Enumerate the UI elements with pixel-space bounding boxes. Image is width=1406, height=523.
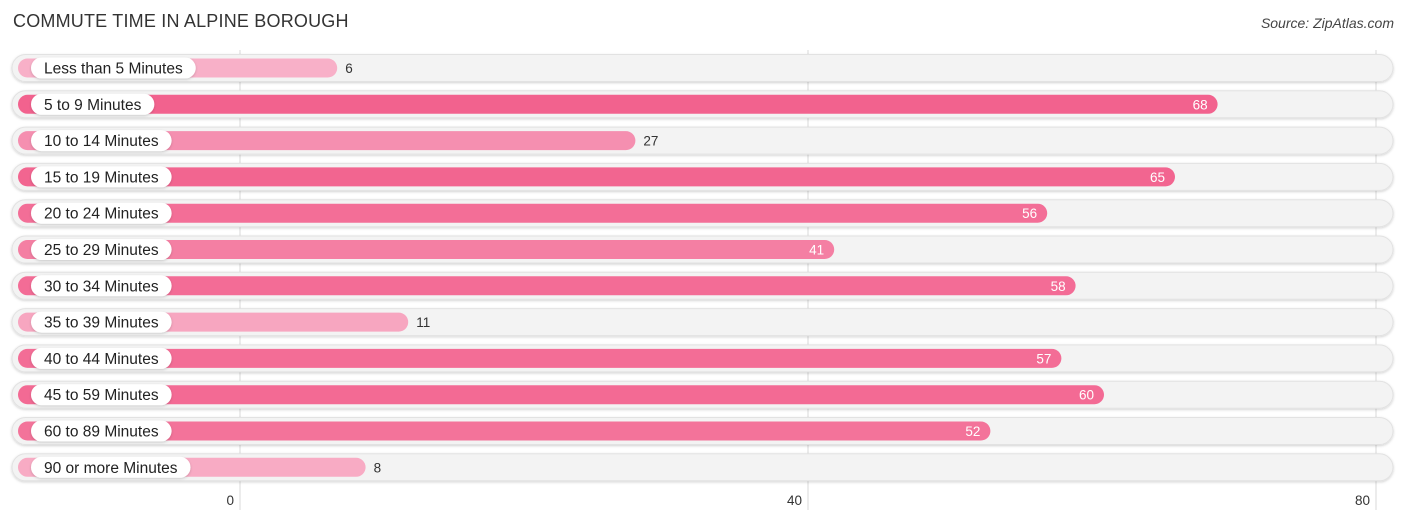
bar-rows: Less than 5 Minutes 6 5 to 9 Minutes 68 10 t… — [11, 54, 1394, 482]
bar[interactable] — [18, 203, 1048, 223]
value-label: 6 — [345, 61, 353, 76]
bar-row: 25 to 29 Minutes 41 — [11, 235, 1394, 264]
value-label: 8 — [374, 460, 382, 475]
bar-row: 10 to 14 Minutes 27 — [11, 126, 1394, 155]
category-label: 15 to 19 Minutes — [44, 169, 159, 186]
bar[interactable] — [18, 94, 1218, 114]
bar-row: Less than 5 Minutes 6 — [11, 54, 1394, 82]
bar[interactable] — [18, 385, 1104, 405]
x-tick-label: 40 — [787, 493, 802, 508]
value-label: 11 — [416, 315, 430, 330]
category-label: Less than 5 Minutes — [44, 61, 183, 78]
bar-row: 20 to 24 Minutes 56 — [11, 199, 1394, 228]
value-label: 52 — [965, 424, 980, 439]
bar-row: 30 to 34 Minutes 58 — [11, 271, 1394, 300]
bar-row: 90 or more Minutes 8 — [11, 453, 1394, 482]
bar[interactable] — [18, 276, 1076, 296]
value-label: 68 — [1193, 97, 1208, 112]
category-label: 60 to 89 Minutes — [44, 424, 159, 441]
category-label: 40 to 44 Minutes — [44, 351, 159, 368]
value-label: 41 — [809, 243, 824, 258]
bar-row: 40 to 44 Minutes 57 — [11, 344, 1394, 373]
value-label: 56 — [1022, 206, 1037, 221]
value-label: 60 — [1079, 388, 1094, 403]
value-label: 57 — [1036, 351, 1051, 366]
category-label: 20 to 24 Minutes — [44, 206, 159, 223]
category-label: 90 or more Minutes — [44, 460, 178, 477]
bar-row: 5 to 9 Minutes 68 — [11, 90, 1394, 119]
category-label: 45 to 59 Minutes — [44, 387, 159, 404]
bar-row: 35 to 39 Minutes 11 — [11, 308, 1394, 337]
x-tick-label: 80 — [1355, 493, 1370, 508]
category-label: 35 to 39 Minutes — [44, 315, 159, 332]
category-label: 5 to 9 Minutes — [44, 97, 142, 114]
value-label: 58 — [1051, 279, 1066, 294]
bar-chart: Less than 5 Minutes 6 5 to 9 Minutes 68 10 t… — [11, 50, 1394, 510]
bar[interactable] — [18, 167, 1175, 187]
category-label: 30 to 34 Minutes — [44, 278, 159, 295]
value-label: 65 — [1150, 170, 1165, 185]
bar-row: 15 to 19 Minutes 65 — [11, 162, 1394, 191]
bar-row: 60 to 89 Minutes 52 — [11, 417, 1394, 445]
bar[interactable] — [18, 348, 1062, 368]
bar-row: 45 to 59 Minutes 60 — [11, 380, 1394, 409]
x-tick-label: 0 — [226, 493, 234, 508]
x-axis-ticks: 0 40 80 — [226, 493, 1370, 508]
category-label: 25 to 29 Minutes — [44, 242, 159, 259]
value-label: 27 — [643, 134, 658, 149]
category-label: 10 to 14 Minutes — [44, 133, 159, 150]
